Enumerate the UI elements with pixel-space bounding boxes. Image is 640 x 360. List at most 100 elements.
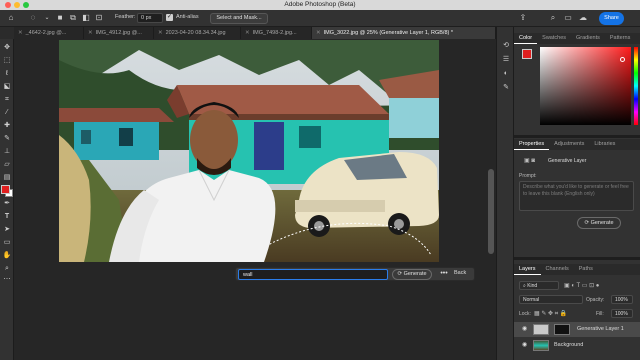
generative-fill-bar: wall ⟳ Generate ••• Back bbox=[235, 267, 475, 281]
hue-slider[interactable] bbox=[634, 47, 638, 125]
marquee-tool-icon[interactable]: ⬚ bbox=[2, 56, 12, 66]
panel-divider bbox=[514, 135, 640, 138]
layer-type-label: Generative Layer bbox=[548, 158, 587, 164]
cloud-icon[interactable]: ☁ bbox=[578, 13, 588, 23]
generate-label: Generate bbox=[590, 220, 614, 226]
blend-mode-dropdown[interactable]: Normal bbox=[519, 295, 583, 304]
more-options-icon[interactable]: ••• bbox=[439, 269, 449, 280]
crop-tool-icon[interactable]: ⌗ bbox=[2, 95, 12, 105]
generative-prompt-input[interactable]: wall bbox=[238, 269, 388, 280]
back-button[interactable]: Back bbox=[454, 270, 466, 276]
tools-panel: ✥ ⬚ ℓ ⬕ ⌗ ⁄ ✚ ✎ ⊥ ▱ ▤ ● ✒ T ➤ ▭ ✋ ⌕ ⋯ bbox=[0, 39, 14, 360]
eraser-tool-icon[interactable]: ▱ bbox=[2, 160, 12, 170]
more-tools-icon[interactable]: ⋯ bbox=[2, 275, 12, 285]
scroll-thumb[interactable] bbox=[488, 169, 494, 254]
generate-label: Generate bbox=[403, 271, 427, 277]
add-to-selection-icon[interactable]: ⧉ bbox=[68, 13, 78, 23]
tab-document-3[interactable]: ✕ 2023-04-20 08.34.34.jpg bbox=[154, 27, 241, 39]
home-icon[interactable]: ⌂ bbox=[6, 13, 16, 23]
object-selection-tool-icon[interactable]: ⬕ bbox=[2, 82, 12, 92]
eyedropper-tool-icon[interactable]: ⁄ bbox=[2, 108, 12, 118]
visibility-eye-icon[interactable]: ◉ bbox=[522, 325, 527, 332]
gradient-tool-icon[interactable]: ▤ bbox=[2, 173, 12, 183]
stamp-tool-icon[interactable]: ⊥ bbox=[2, 147, 12, 157]
tab-color[interactable]: Color bbox=[514, 33, 538, 44]
tab-patterns[interactable]: Patterns bbox=[605, 33, 635, 44]
new-selection-icon[interactable]: ■ bbox=[55, 13, 65, 23]
history-icon[interactable]: ⟲ bbox=[501, 41, 511, 51]
document-image[interactable] bbox=[59, 40, 439, 262]
prompt-textarea[interactable]: Describe what you'd like to generate or … bbox=[519, 181, 634, 211]
layer-row-generative[interactable]: ◉ Generative Layer 1 bbox=[514, 322, 640, 337]
search-icon[interactable]: ⌕ bbox=[548, 13, 558, 23]
hand-tool-icon[interactable]: ✋ bbox=[2, 251, 12, 261]
close-icon[interactable]: ✕ bbox=[245, 30, 250, 36]
path-selection-tool-icon[interactable]: ➤ bbox=[2, 225, 12, 235]
foreground-color-swatch[interactable] bbox=[1, 185, 10, 194]
layer-filter-kind-dropdown[interactable]: ⌕ Kind bbox=[519, 281, 559, 290]
shape-tool-icon[interactable]: ▭ bbox=[2, 238, 12, 248]
close-icon[interactable]: ✕ bbox=[158, 30, 163, 36]
properties-icon[interactable]: ☰ bbox=[501, 55, 511, 65]
tab-document-4[interactable]: ✕ IMG_7498-2.jpg... bbox=[241, 27, 312, 39]
photo-illustration bbox=[59, 40, 439, 262]
layer-row-background[interactable]: ◉ Background bbox=[514, 338, 640, 353]
adjust-icon[interactable]: ◐ bbox=[501, 69, 511, 79]
color-picker-cursor[interactable] bbox=[620, 57, 625, 62]
anti-alias-label: Anti-alias bbox=[176, 14, 199, 20]
chevron-down-icon[interactable]: ⌄ bbox=[42, 13, 52, 23]
lasso-tool-icon[interactable]: ℓ bbox=[2, 69, 12, 79]
tab-libraries[interactable]: Libraries bbox=[589, 139, 620, 150]
tab-layers[interactable]: Layers bbox=[514, 264, 541, 275]
tab-document-active[interactable]: ✕ IMG_3022.jpg @ 25% (Generative Layer 1,… bbox=[312, 27, 496, 39]
brush-tool-icon[interactable]: ✎ bbox=[2, 134, 12, 144]
workspace-icon[interactable]: ▭ bbox=[563, 13, 573, 23]
window-title: Adobe Photoshop (Beta) bbox=[284, 1, 356, 8]
panel-icon-strip: ⟲ ☰ ◐ ✎ bbox=[496, 27, 514, 360]
tab-swatches[interactable]: Swatches bbox=[537, 33, 571, 44]
close-icon[interactable]: ✕ bbox=[18, 30, 23, 36]
fill-label: Fill: bbox=[596, 311, 604, 317]
zoom-tool-icon[interactable]: ⌕ bbox=[2, 264, 12, 274]
move-tool-icon[interactable]: ✥ bbox=[2, 43, 12, 53]
tab-adjustments[interactable]: Adjustments bbox=[549, 139, 589, 150]
feather-input[interactable]: 0 px bbox=[137, 13, 163, 23]
visibility-eye-icon[interactable]: ◉ bbox=[522, 341, 527, 348]
close-icon[interactable]: ✕ bbox=[316, 30, 321, 36]
intersect-selection-icon[interactable]: ⊡ bbox=[94, 13, 104, 23]
layer-name[interactable]: Generative Layer 1 bbox=[577, 326, 624, 332]
brush-settings-icon[interactable]: ✎ bbox=[501, 83, 511, 93]
document-canvas[interactable]: wall ⟳ Generate ••• Back bbox=[14, 39, 496, 360]
tab-gradients[interactable]: Gradients bbox=[571, 33, 605, 44]
canvas-scrollbar[interactable] bbox=[486, 39, 496, 360]
tab-channels[interactable]: Channels bbox=[541, 264, 574, 275]
share-export-icon[interactable]: ⇪ bbox=[518, 13, 528, 23]
layers-panel-tabs: Layers Channels Paths bbox=[514, 264, 640, 275]
opacity-input[interactable]: 100% bbox=[611, 295, 633, 304]
lasso-tool-icon[interactable]: ◌ bbox=[28, 13, 38, 23]
properties-generate-button[interactable]: ⟳ Generate bbox=[577, 217, 621, 229]
lock-options-icons[interactable]: ▦ ✎ ✥ ⌗ 🔒 bbox=[534, 310, 567, 318]
type-tool-icon[interactable]: T bbox=[2, 212, 12, 222]
healing-brush-tool-icon[interactable]: ✚ bbox=[2, 121, 12, 131]
share-button[interactable]: Share bbox=[599, 12, 624, 25]
close-icon[interactable]: ✕ bbox=[88, 30, 93, 36]
tab-label: 2023-04-20 08.34.34.jpg bbox=[165, 30, 226, 36]
layer-mask-thumbnail[interactable] bbox=[554, 324, 570, 335]
tab-label: IMG_3022.jpg @ 25% (Generative Layer 1, … bbox=[323, 30, 454, 36]
anti-alias-checkbox[interactable]: ✓ bbox=[166, 14, 173, 21]
tab-document-1[interactable]: ✕ _4642-2.jpg @... bbox=[14, 27, 84, 39]
subtract-selection-icon[interactable]: ◧ bbox=[81, 13, 91, 23]
pen-tool-icon[interactable]: ✒ bbox=[2, 199, 12, 209]
fill-input[interactable]: 100% bbox=[611, 309, 633, 318]
select-and-mask-button[interactable]: Select and Mask... bbox=[210, 13, 268, 24]
tab-document-2[interactable]: ✕ IMG_4912.jpg @... bbox=[84, 27, 154, 39]
generate-button[interactable]: ⟳ Generate bbox=[392, 269, 432, 280]
tab-paths[interactable]: Paths bbox=[574, 264, 598, 275]
tab-properties[interactable]: Properties bbox=[514, 139, 550, 150]
layer-filter-icons[interactable]: ▣ ◐ T ▭ ⊡ ● bbox=[564, 282, 599, 289]
foreground-color-chip[interactable] bbox=[522, 49, 532, 59]
feather-label: Feather: bbox=[115, 14, 136, 20]
color-picker-field[interactable] bbox=[540, 47, 631, 125]
layer-name[interactable]: Background bbox=[554, 342, 583, 348]
